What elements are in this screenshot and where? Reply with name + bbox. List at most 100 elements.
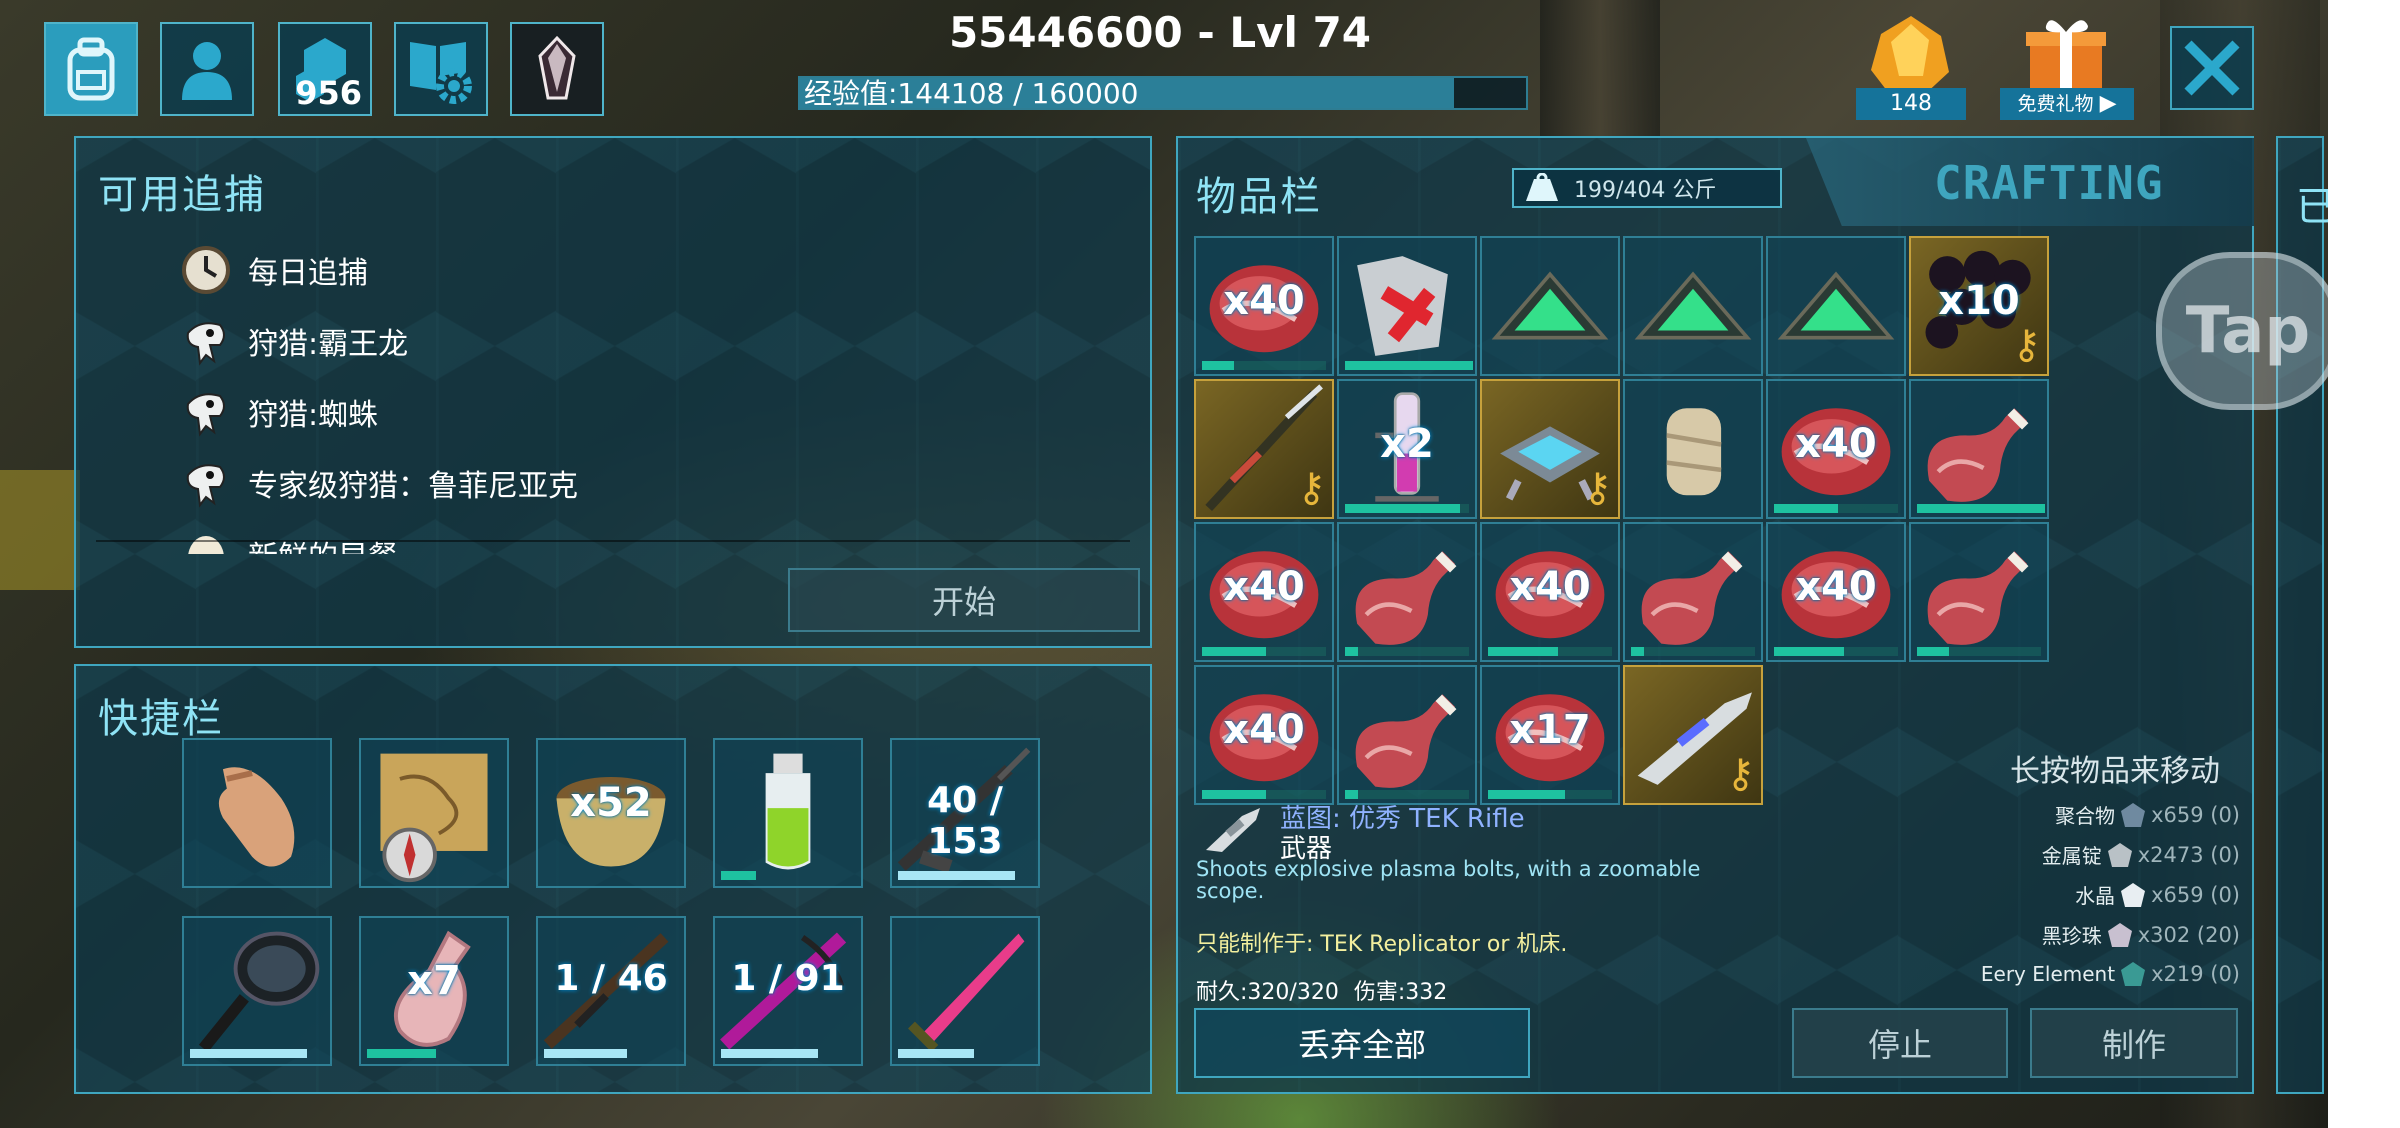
bounty-item[interactable]: 专家级狩猎：鲁菲尼亚克	[180, 457, 578, 509]
slot-quantity: x52	[570, 780, 652, 826]
durability-bar	[898, 1049, 974, 1058]
inventory-slot[interactable]: x40	[1766, 522, 1906, 662]
hotbar-slot[interactable]	[182, 738, 332, 888]
inventory-slot[interactable]: x17	[1480, 665, 1620, 805]
resource-amount: x302 (20)	[2137, 922, 2240, 947]
bounty-label: 每日追捕	[248, 256, 368, 291]
bounty-item[interactable]: 狩猎:蜘蛛	[180, 386, 378, 438]
spoil-bar	[1345, 504, 1461, 513]
stop-button[interactable]: 停止	[1792, 1008, 2008, 1078]
blueprint-key-icon: ⚷	[1725, 751, 1755, 797]
element-store-button[interactable]: 148	[1856, 12, 1966, 120]
durability-bar	[544, 1049, 627, 1058]
resource-amount: x219 (0)	[2151, 962, 2240, 986]
slot-quantity: x40	[1223, 564, 1305, 610]
durability-bar	[898, 871, 1016, 880]
resource-amount: x659 (0)	[2151, 882, 2240, 907]
inventory-slot[interactable]: ⚷	[1623, 665, 1763, 805]
inventory-slot[interactable]: x2	[1337, 379, 1477, 519]
spoil-bar	[1345, 361, 1473, 370]
resource-name: Eery Element	[1980, 962, 2116, 986]
dino-skull-icon	[180, 457, 232, 509]
blueprint-key-icon: ⚷	[2011, 322, 2041, 368]
free-gift-label: 免费礼物 ▶	[2000, 88, 2134, 120]
polymer-icon	[2119, 801, 2147, 829]
hotbar-title: 快捷栏	[98, 696, 224, 742]
bounty-label: 新鲜的早餐	[248, 532, 398, 554]
inventory-slot[interactable]	[1909, 379, 2049, 519]
slot-quantity: x40	[1509, 564, 1591, 610]
amber-crystal-icon	[1871, 16, 1949, 96]
element-icon	[2119, 960, 2147, 988]
inventory-slot[interactable]	[1337, 665, 1477, 805]
free-gift-button[interactable]: 免费礼物 ▶	[2000, 12, 2134, 120]
inventory-slot[interactable]	[1337, 522, 1477, 662]
inventory-slot[interactable]: x40	[1194, 522, 1334, 662]
hotbar-slot[interactable]	[359, 738, 509, 888]
craft-button[interactable]: 制作	[2030, 1008, 2238, 1078]
inventory-slot[interactable]	[1909, 522, 2049, 662]
resource-name: 聚合物	[2055, 804, 2116, 828]
hotbar-slot[interactable]: 40 / 153	[890, 738, 1040, 888]
resource-requirement: Eery Element x219 (0)	[1981, 960, 2240, 988]
move-hint: 长按物品来移动	[2010, 754, 2220, 789]
durability-bar	[190, 1049, 308, 1058]
slot-quantity: x40	[1795, 564, 1877, 610]
slot-quantity: 1 / 91	[731, 958, 845, 999]
spoil-bar	[1345, 647, 1358, 656]
dino-skull-icon	[180, 315, 232, 367]
inventory-slot[interactable]: x10 ⚷	[1909, 236, 2049, 376]
slot-quantity: x7	[407, 958, 461, 1004]
hotbar-slot[interactable]: 1 / 46	[536, 916, 686, 1066]
hotbar-slot[interactable]	[890, 916, 1040, 1066]
inventory-slot[interactable]	[1623, 522, 1763, 662]
hotbar-slot[interactable]	[713, 738, 863, 888]
slot-quantity: x2	[1380, 421, 1434, 467]
resource-requirement: 黑珍珠 x302 (20)	[2042, 920, 2240, 949]
damage-value: 332	[1405, 980, 1448, 1005]
durability-label: 耐久:	[1196, 980, 1248, 1005]
hotbar-slot[interactable]	[182, 916, 332, 1066]
hotbar-slot[interactable]: x7	[359, 916, 509, 1066]
inventory-slot[interactable]	[1766, 236, 1906, 376]
spoil-bar	[1202, 790, 1266, 799]
resource-requirement: 聚合物 x659 (0)	[2055, 800, 2240, 829]
bounty-item[interactable]: 每日追捕	[180, 244, 368, 296]
craft-location: 只能制作于: TEK Replicator or 机床.	[1196, 932, 1568, 957]
item-stats: 耐久:320/320 伤害:332	[1196, 974, 1447, 1006]
inventory-slot[interactable]	[1623, 236, 1763, 376]
crafting-tab-label: CRAFTING	[1934, 156, 2164, 210]
hotbar-slot[interactable]: x52	[536, 738, 686, 888]
tap-button[interactable]: Tap	[2156, 252, 2340, 410]
slot-quantity: x17	[1509, 707, 1591, 753]
inventory-slot[interactable]: ⚷	[1194, 379, 1334, 519]
drop-all-button[interactable]: 丢弃全部	[1194, 1008, 1530, 1078]
close-icon	[2184, 40, 2240, 96]
blueprint-key-icon: ⚷	[1582, 465, 1612, 511]
slot-quantity: 40 / 153	[927, 780, 1003, 862]
bounty-item[interactable]: 狩猎:霸王龙	[180, 315, 408, 367]
hotbar-slot[interactable]: 1 / 91	[713, 916, 863, 1066]
crystal-icon	[2119, 881, 2147, 909]
close-button[interactable]	[2170, 26, 2254, 110]
inventory-slot[interactable]: x40	[1194, 236, 1334, 376]
spoil-bar	[1631, 647, 1644, 656]
inventory-slot[interactable]: ⚷	[1480, 379, 1620, 519]
inventory-slot[interactable]: x40	[1194, 665, 1334, 805]
start-bounty-button[interactable]: 开始	[788, 568, 1140, 632]
spoil-bar	[1774, 504, 1838, 513]
inventory-slot[interactable]	[1337, 236, 1477, 376]
bounty-label: 狩猎:蜘蛛	[248, 398, 379, 433]
weight-icon	[1526, 173, 1558, 201]
spoil-bar	[1917, 647, 1949, 656]
bounty-list[interactable]: 每日追捕狩猎:霸王龙狩猎:蜘蛛专家级狩猎：鲁菲尼亚克新鲜的早餐	[76, 138, 1150, 554]
bounty-label: 狩猎:霸王龙	[248, 327, 409, 362]
inventory-slot[interactable]: x40	[1480, 522, 1620, 662]
dino-skull-icon	[180, 386, 232, 438]
weight-display: 199/404 公斤	[1512, 168, 1782, 208]
inventory-slot[interactable]: x40	[1766, 379, 1906, 519]
inventory-slot[interactable]	[1623, 379, 1763, 519]
durability-bar	[721, 1049, 818, 1058]
crafting-tab[interactable]: CRAFTING	[1806, 138, 2254, 226]
inventory-slot[interactable]	[1480, 236, 1620, 376]
